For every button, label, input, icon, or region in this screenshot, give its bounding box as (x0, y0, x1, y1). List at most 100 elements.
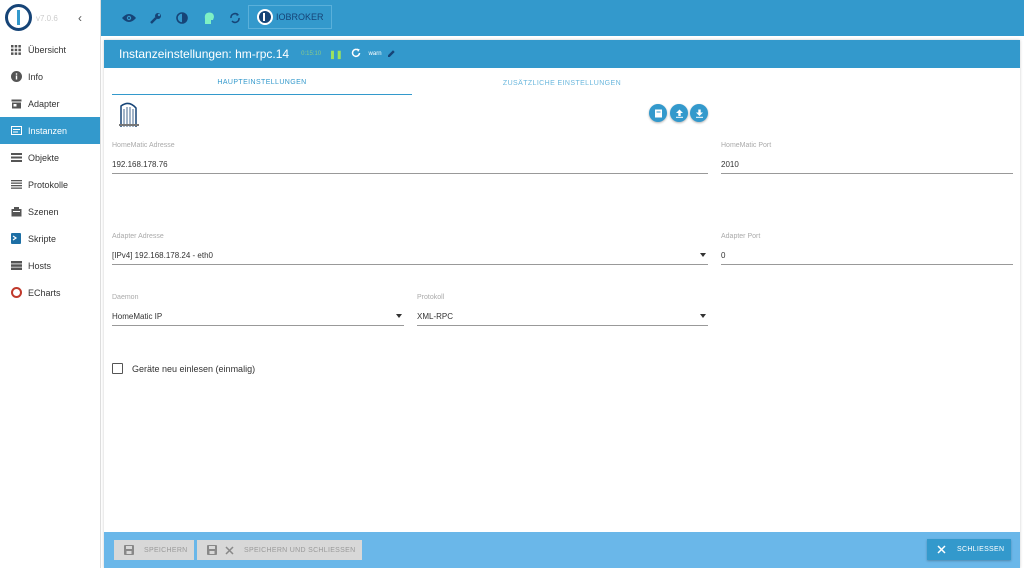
sidebar-item-label: Skripte (28, 233, 57, 244)
adapter-address-select[interactable]: Adapter Adresse [IPv4] 192.168.178.24 - … (112, 233, 708, 265)
reload-icon[interactable] (351, 45, 361, 63)
sidebar-item-adapter[interactable]: Adapter (0, 90, 100, 117)
download-button[interactable] (690, 104, 708, 122)
grid-icon (10, 44, 22, 56)
field-value[interactable]: 192.168.178.76 (112, 160, 708, 174)
reload-devices-checkbox[interactable] (112, 363, 123, 374)
sidebar-item-info[interactable]: Info (0, 63, 100, 90)
log-level: warn (368, 51, 382, 57)
homematic-port-field[interactable]: HomeMatic Port 2010 (721, 142, 1013, 174)
footer-bar: SPEICHERN SPEICHERN UND SCHLIESSEN SCHLI… (104, 532, 1020, 568)
sidebar-item-label: Übersicht (28, 44, 67, 55)
echarts-icon (10, 287, 22, 299)
sidebar-item-label: ECharts (28, 287, 61, 298)
instance-settings-panel: Instanzeinstellungen: hm-rpc.14 0:15:10 … (104, 40, 1020, 568)
select-value[interactable]: HomeMatic IP (112, 312, 404, 326)
sidebar-item-protokolle[interactable]: Protokolle (0, 171, 100, 198)
info-icon (10, 71, 22, 83)
sidebar-item-label: Adapter (28, 98, 60, 109)
iobroker-label: IOBROKER (276, 12, 324, 22)
save-close-label: SPEICHERN UND SCHLIESSEN (244, 546, 356, 554)
panel-header: Instanzeinstellungen: hm-rpc.14 0:15:10 … (104, 40, 1020, 68)
field-label: HomeMatic Adresse (112, 142, 175, 149)
reload-devices-option[interactable]: Geräte neu einlesen (einmalig) (112, 363, 255, 374)
checkbox-label: Geräte neu einlesen (einmalig) (132, 363, 256, 374)
sidebar: v7.0.6 ‹ Übersicht Info Adapter Instanze… (0, 0, 101, 568)
eye-icon[interactable] (121, 10, 137, 26)
close-label: SCHLIESSEN (957, 546, 1005, 553)
sync-icon[interactable] (227, 10, 243, 26)
hosts-icon (10, 260, 22, 272)
page-title: Instanzeinstellungen: hm-rpc.14 (119, 47, 290, 61)
field-value[interactable]: 0 (721, 251, 1013, 265)
homematic-adapter-icon (119, 102, 139, 128)
sidebar-item-szenen[interactable]: Szenen (0, 198, 100, 225)
tab-zusaetzliche-einstellungen[interactable]: ZUSÄTZLICHE EINSTELLUNGEN (412, 71, 712, 95)
instances-icon (10, 125, 22, 137)
download-icon (695, 109, 703, 118)
close-icon (225, 545, 234, 555)
protocol-select[interactable]: Protokoll XML-RPC (417, 294, 708, 326)
adapter-port-field[interactable]: Adapter Port 0 (721, 233, 1013, 265)
select-text: [IPv4] 192.168.178.24 - eth0 (112, 251, 213, 260)
close-icon (937, 545, 946, 554)
theme-toggle-icon[interactable] (174, 10, 190, 26)
save-label: SPEICHERN (144, 546, 188, 554)
iobroker-logo-icon (5, 4, 32, 31)
select-value[interactable]: XML-RPC (417, 312, 708, 326)
iobroker-logo-icon (257, 9, 273, 25)
sidebar-item-uebersicht[interactable]: Übersicht (0, 36, 100, 63)
list-icon (10, 152, 22, 164)
upload-icon (675, 109, 683, 118)
script-icon (10, 233, 22, 245)
pause-icon[interactable]: ❚❚ (329, 50, 342, 59)
sidebar-item-label: Szenen (28, 206, 59, 217)
field-label: Daemon (112, 294, 139, 301)
wrench-icon[interactable] (147, 10, 163, 26)
dropdown-arrow-icon[interactable] (396, 314, 402, 318)
pencil-icon[interactable] (387, 45, 396, 63)
status-text: 0:15:10 (301, 51, 322, 57)
dropdown-arrow-icon[interactable] (700, 253, 706, 257)
field-label: Protokoll (417, 294, 445, 301)
settings-tabs: HAUPTEINSTELLUNGEN ZUSÄTZLICHE EINSTELLU… (112, 71, 712, 95)
dropdown-arrow-icon[interactable] (700, 314, 706, 318)
select-text: HomeMatic IP (112, 312, 163, 321)
close-button[interactable]: SCHLIESSEN (927, 539, 1011, 560)
homematic-address-field[interactable]: HomeMatic Adresse 192.168.178.76 (112, 142, 708, 174)
sidebar-item-hosts[interactable]: Hosts (0, 252, 100, 279)
file-icon (654, 109, 662, 117)
upload-button[interactable] (670, 104, 688, 122)
log-icon (10, 179, 22, 191)
select-text: XML-RPC (417, 312, 454, 321)
sidebar-item-label: Protokolle (28, 179, 69, 190)
floppy-icon (124, 545, 134, 555)
sidebar-item-skripte[interactable]: Skripte (0, 225, 100, 252)
floppy-icon (207, 545, 217, 555)
tab-haupteinstellungen[interactable]: HAUPTEINSTELLUNGEN (112, 71, 412, 95)
top-toolbar: IOBROKER (101, 0, 1024, 36)
sidebar-item-label: Hosts (28, 260, 52, 271)
sidebar-item-label: Objekte (28, 152, 60, 163)
expert-mode-icon[interactable] (201, 10, 217, 26)
sidebar-item-echarts[interactable]: ECharts (0, 279, 100, 306)
save-config-file-button[interactable] (649, 104, 667, 122)
sidebar-item-label: Instanzen (28, 125, 68, 136)
scenes-icon (10, 206, 22, 218)
sidebar-item-label: Info (28, 71, 44, 82)
save-button[interactable]: SPEICHERN (114, 540, 194, 560)
field-label: Adapter Port (721, 233, 761, 240)
chevron-left-icon[interactable]: ‹ (78, 11, 82, 25)
daemon-select[interactable]: Daemon HomeMatic IP (112, 294, 404, 326)
select-value[interactable]: [IPv4] 192.168.178.24 - eth0 (112, 251, 708, 265)
save-and-close-button[interactable]: SPEICHERN UND SCHLIESSEN (197, 540, 362, 560)
field-value[interactable]: 2010 (721, 160, 1013, 174)
sidebar-item-instanzen[interactable]: Instanzen (0, 117, 100, 144)
field-label: Adapter Adresse (112, 233, 164, 240)
field-label: HomeMatic Port (721, 142, 772, 149)
sidebar-header: v7.0.6 ‹ (0, 0, 100, 36)
iobroker-button[interactable]: IOBROKER (248, 5, 332, 29)
version-label: v7.0.6 (36, 14, 58, 23)
store-icon (10, 98, 22, 110)
sidebar-item-objekte[interactable]: Objekte (0, 144, 100, 171)
